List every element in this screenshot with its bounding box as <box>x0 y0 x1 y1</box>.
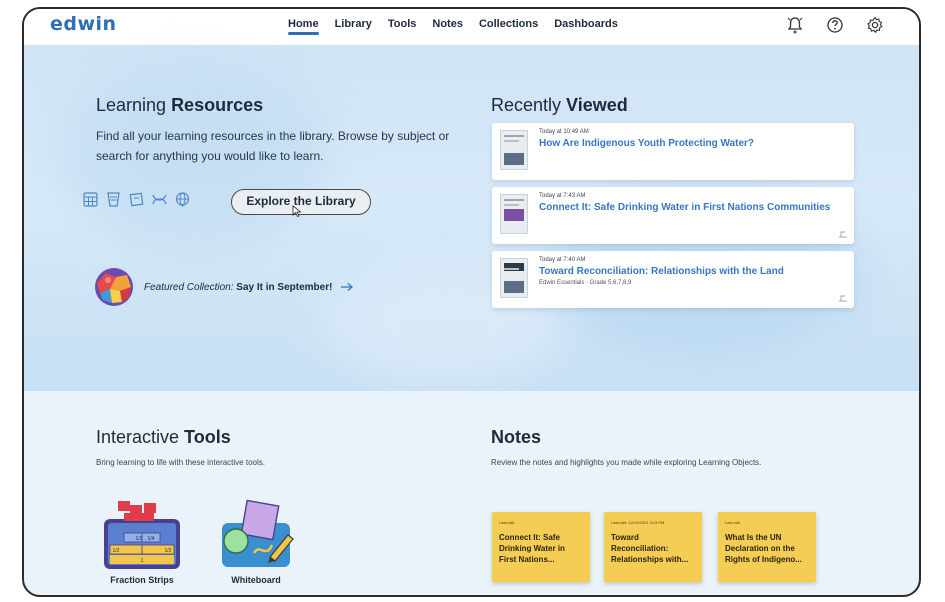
note-card[interactable]: Last edit Connect It: Safe Drinking Wate… <box>492 512 590 582</box>
globe-icon[interactable] <box>174 191 191 208</box>
edwin-logo[interactable]: edwin <box>50 13 117 35</box>
resource-thumbnail <box>500 194 528 234</box>
note-title: Toward Reconciliation: Relationships wit… <box>611 533 689 564</box>
recently-viewed-meta: Edwin Essentials · Grade 5,6,7,8,9 <box>539 280 632 286</box>
learning-resources-panel: Learning Resources Find all your learnin… <box>96 95 466 166</box>
nav-home[interactable]: Home <box>288 18 319 35</box>
fraction-label: 1 <box>141 558 144 564</box>
recently-viewed-item[interactable]: Today at 7:43 AM Connect It: Safe Drinki… <box>492 187 854 244</box>
nav-icon-group <box>785 15 885 35</box>
recently-viewed-title: Recently Viewed <box>491 95 628 115</box>
resource-thumbnail <box>500 258 528 298</box>
featured-collection-text: Featured Collection: Say It in September… <box>144 281 333 293</box>
recently-viewed-title-link[interactable]: Toward Reconciliation: Relationships wit… <box>539 266 784 277</box>
app-window: edwin Home Library Tools Notes Collectio… <box>22 7 921 597</box>
subject-icon-row <box>82 191 191 208</box>
book-icon[interactable] <box>105 191 122 208</box>
nav-dashboards[interactable]: Dashboards <box>554 18 618 35</box>
recently-viewed-time: Today at 10:49 AM <box>539 129 589 135</box>
notes-description: Review the notes and highlights you made… <box>491 458 762 467</box>
resource-thumbnail <box>500 130 528 170</box>
recently-viewed-item[interactable]: Today at 10:49 AM How Are Indigenous You… <box>492 123 854 180</box>
top-navigation: edwin Home Library Tools Notes Collectio… <box>24 9 919 45</box>
learning-resources-title: Learning Resources <box>96 95 264 115</box>
recently-viewed-list: Today at 10:49 AM How Are Indigenous You… <box>492 123 854 315</box>
recently-viewed-time: Today at 7:40 AM <box>539 257 586 263</box>
interactive-tools-description: Bring learning to life with these intera… <box>96 458 265 467</box>
featured-collection-link[interactable]: Featured Collection: Say It in September… <box>94 267 354 307</box>
fraction-strips-tool[interactable]: 1/3 1/4 1/2 1/2 1 Fraction Strips <box>100 499 184 585</box>
whiteboard-tool[interactable]: Whiteboard <box>214 499 298 585</box>
featured-collection-globe-icon <box>95 268 133 306</box>
nav-notes[interactable]: Notes <box>432 18 463 35</box>
document-icon[interactable] <box>128 191 145 208</box>
note-last-edit: Last edit: 12/13/2024 3:13 PM <box>611 520 665 525</box>
whiteboard-icon <box>222 499 294 567</box>
recently-viewed-title-link[interactable]: How Are Indigenous Youth Protecting Wate… <box>539 138 754 149</box>
recently-viewed-title-link[interactable]: Connect It: Safe Drinking Water in First… <box>539 202 830 213</box>
bell-icon[interactable] <box>785 15 805 35</box>
note-last-edit: Last edit <box>499 520 515 525</box>
note-last-edit: Last edit <box>725 520 741 525</box>
mouse-cursor-icon <box>292 205 302 217</box>
notes-title: Notes <box>491 427 542 447</box>
help-icon[interactable] <box>825 15 845 35</box>
resource-type-icon <box>839 295 847 302</box>
note-card[interactable]: Last edit: 12/13/2024 3:13 PM Toward Rec… <box>604 512 702 582</box>
fraction-label: 1/2 <box>113 548 120 554</box>
nav-tools[interactable]: Tools <box>388 18 417 35</box>
dna-icon[interactable] <box>151 191 168 208</box>
settings-icon[interactable] <box>865 15 885 35</box>
fraction-strips-icon: 1/3 1/4 1/2 1/2 1 <box>104 501 180 569</box>
main-nav: Home Library Tools Notes Collections Das… <box>288 18 618 35</box>
calculator-icon[interactable] <box>82 191 99 208</box>
arrow-right-icon <box>341 283 354 291</box>
note-title: Connect It: Safe Drinking Water in First… <box>499 533 565 564</box>
recently-viewed-time: Today at 7:43 AM <box>539 193 586 199</box>
note-title: What Is the UN Declaration on the Rights… <box>725 533 802 564</box>
learning-resources-description: Find all your learning resources in the … <box>96 129 450 163</box>
fraction-label: 1/4 <box>148 536 155 542</box>
nav-library[interactable]: Library <box>335 18 372 35</box>
recently-viewed-item[interactable]: Today at 7:40 AM Toward Reconciliation: … <box>492 251 854 308</box>
fraction-label: 1/3 <box>136 536 143 542</box>
fraction-label: 1/2 <box>165 548 172 554</box>
fraction-strips-label: Fraction Strips <box>110 575 174 585</box>
whiteboard-label: Whiteboard <box>231 575 281 585</box>
resource-type-icon <box>839 231 847 238</box>
note-card[interactable]: Last edit What Is the UN Declaration on … <box>718 512 816 582</box>
nav-collections[interactable]: Collections <box>479 18 538 35</box>
interactive-tools-title: Interactive Tools <box>96 427 231 447</box>
